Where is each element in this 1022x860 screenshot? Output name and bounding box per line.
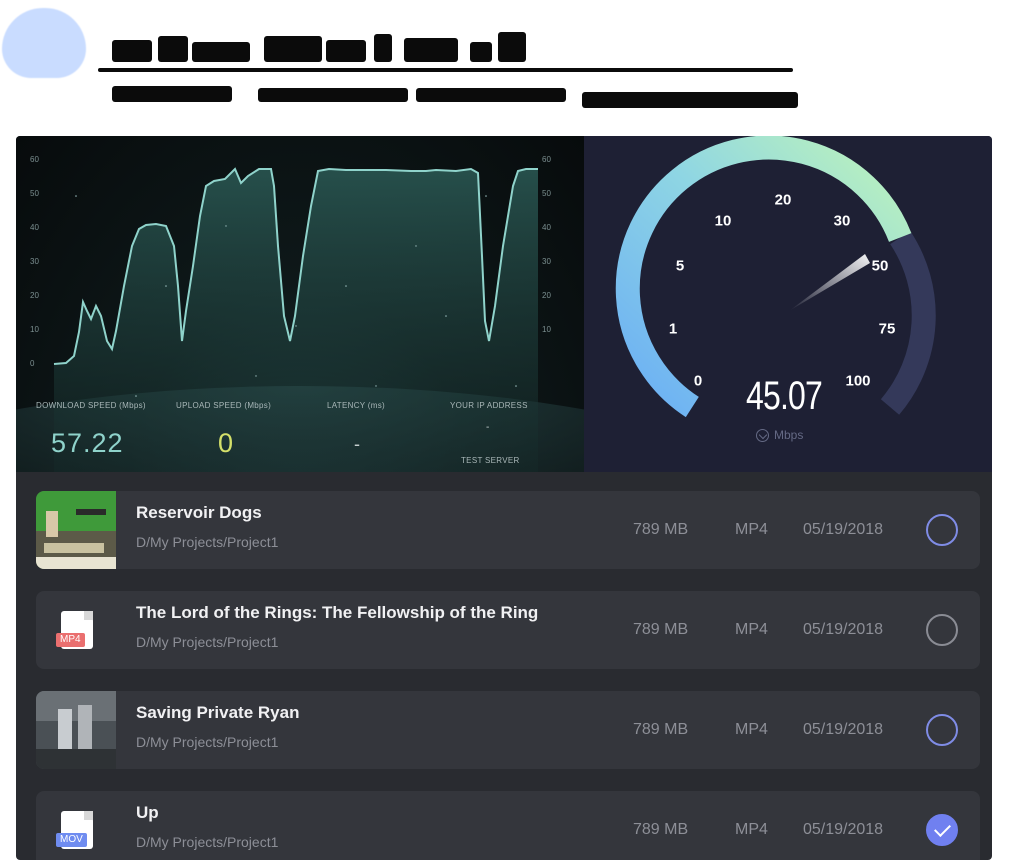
- y-axis-tick: 50: [30, 189, 39, 198]
- gauge-scale-label: 0: [693, 372, 703, 390]
- ip-address-label: YOUR IP ADDRESS: [450, 401, 528, 410]
- speed-chart-graph: [16, 167, 584, 472]
- file-row[interactable]: Saving Private Ryan D/My Projects/Projec…: [36, 691, 980, 769]
- file-size: 789 MB: [633, 721, 689, 738]
- file-format-badge: MOV: [56, 833, 87, 847]
- file-path: D/My Projects/Project1: [136, 734, 279, 750]
- select-checkbox-checked[interactable]: [926, 814, 958, 846]
- select-checkbox[interactable]: [926, 514, 958, 546]
- ip-address-value: -: [486, 422, 491, 433]
- y-axis-tick-right: 20: [542, 291, 551, 300]
- file-row[interactable]: MOV Up D/My Projects/Project1 789 MB MP4…: [36, 791, 980, 860]
- gauge-scale-label: 100: [845, 372, 871, 390]
- file-path: D/My Projects/Project1: [136, 634, 279, 650]
- upload-speed-label: UPLOAD SPEED (Mbps): [176, 401, 272, 410]
- y-axis-tick-right: 60: [542, 155, 551, 164]
- speed-area: [54, 169, 538, 472]
- speed-gauge: 0 1 5 10 20 30 50 75 100 45.07 Mbps: [584, 136, 992, 472]
- gauge-scale-label: 5: [675, 257, 685, 275]
- gauge-scale-label: 10: [714, 212, 732, 230]
- speed-history-chart: 0 10 20 30 40 50 60 10 20 30 40 50 60 DO…: [16, 136, 584, 472]
- download-speed-label: DOWNLOAD SPEED (Mbps): [36, 401, 146, 410]
- app-logo: [2, 8, 86, 78]
- file-row[interactable]: Reservoir Dogs D/My Projects/Project1 78…: [36, 491, 980, 569]
- gauge-progress-arc: [615, 136, 912, 418]
- y-axis-tick-right: 30: [542, 257, 551, 266]
- file-thumbnail: MOV: [36, 791, 116, 860]
- file-thumbnail: [36, 491, 116, 569]
- file-type: MP4: [735, 521, 768, 538]
- y-axis-tick-right: 50: [542, 189, 551, 198]
- file-path: D/My Projects/Project1: [136, 534, 279, 550]
- gauge-unit: Mbps: [756, 428, 803, 442]
- file-thumbnail: [36, 691, 116, 769]
- test-server-label: TEST SERVER: [461, 456, 520, 465]
- speed-test-panel: 0 10 20 30 40 50 60 10 20 30 40 50 60 DO…: [16, 136, 992, 860]
- download-speed-value: 57.22: [51, 428, 124, 458]
- file-type: MP4: [735, 821, 768, 838]
- gauge-scale-label: 1: [668, 320, 678, 338]
- download-circle-icon: [756, 428, 769, 442]
- y-axis-tick: 0: [30, 359, 35, 368]
- file-path: D/My Projects/Project1: [136, 834, 279, 850]
- file-date: 05/19/2018: [803, 521, 884, 538]
- gauge-needle: [789, 254, 870, 311]
- file-title: Reservoir Dogs: [136, 503, 262, 522]
- y-axis-tick-right: 40: [542, 223, 551, 232]
- file-type: MP4: [735, 621, 768, 638]
- file-date: 05/19/2018: [803, 821, 884, 838]
- gauge-scale-label: 30: [833, 212, 851, 230]
- y-axis-tick: 20: [30, 291, 39, 300]
- file-size: 789 MB: [633, 821, 689, 838]
- file-type: MP4: [735, 721, 768, 738]
- select-checkbox[interactable]: [926, 614, 958, 646]
- file-title: Up: [136, 803, 159, 822]
- y-axis-tick: 30: [30, 257, 39, 266]
- gauge-scale-label: 50: [871, 257, 889, 275]
- file-size: 789 MB: [633, 521, 689, 538]
- file-title: The Lord of the Rings: The Fellowship of…: [136, 603, 539, 622]
- y-axis-tick-right: 10: [542, 325, 551, 334]
- gauge-dial: [615, 136, 936, 418]
- file-date: 05/19/2018: [803, 721, 884, 738]
- gauge-unit-label: Mbps: [774, 428, 804, 442]
- gauge-scale-label: 20: [774, 191, 792, 209]
- file-row[interactable]: MP4 The Lord of the Rings: The Fellowshi…: [36, 591, 980, 669]
- file-size: 789 MB: [633, 621, 689, 638]
- file-format-badge: MP4: [56, 633, 85, 647]
- y-axis-tick: 40: [30, 223, 39, 232]
- upload-speed-value: 0: [218, 428, 235, 458]
- latency-label: LATENCY (ms): [327, 401, 385, 410]
- file-thumbnail: MP4: [36, 591, 116, 669]
- y-axis-tick: 10: [30, 325, 39, 334]
- file-title: Saving Private Ryan: [136, 703, 300, 722]
- select-checkbox[interactable]: [926, 714, 958, 746]
- latency-value: -: [354, 434, 361, 454]
- gauge-scale-label: 75: [878, 320, 896, 338]
- file-date: 05/19/2018: [803, 621, 884, 638]
- gauge-speed-value: 45.07: [745, 374, 823, 418]
- y-axis-tick: 60: [30, 155, 39, 164]
